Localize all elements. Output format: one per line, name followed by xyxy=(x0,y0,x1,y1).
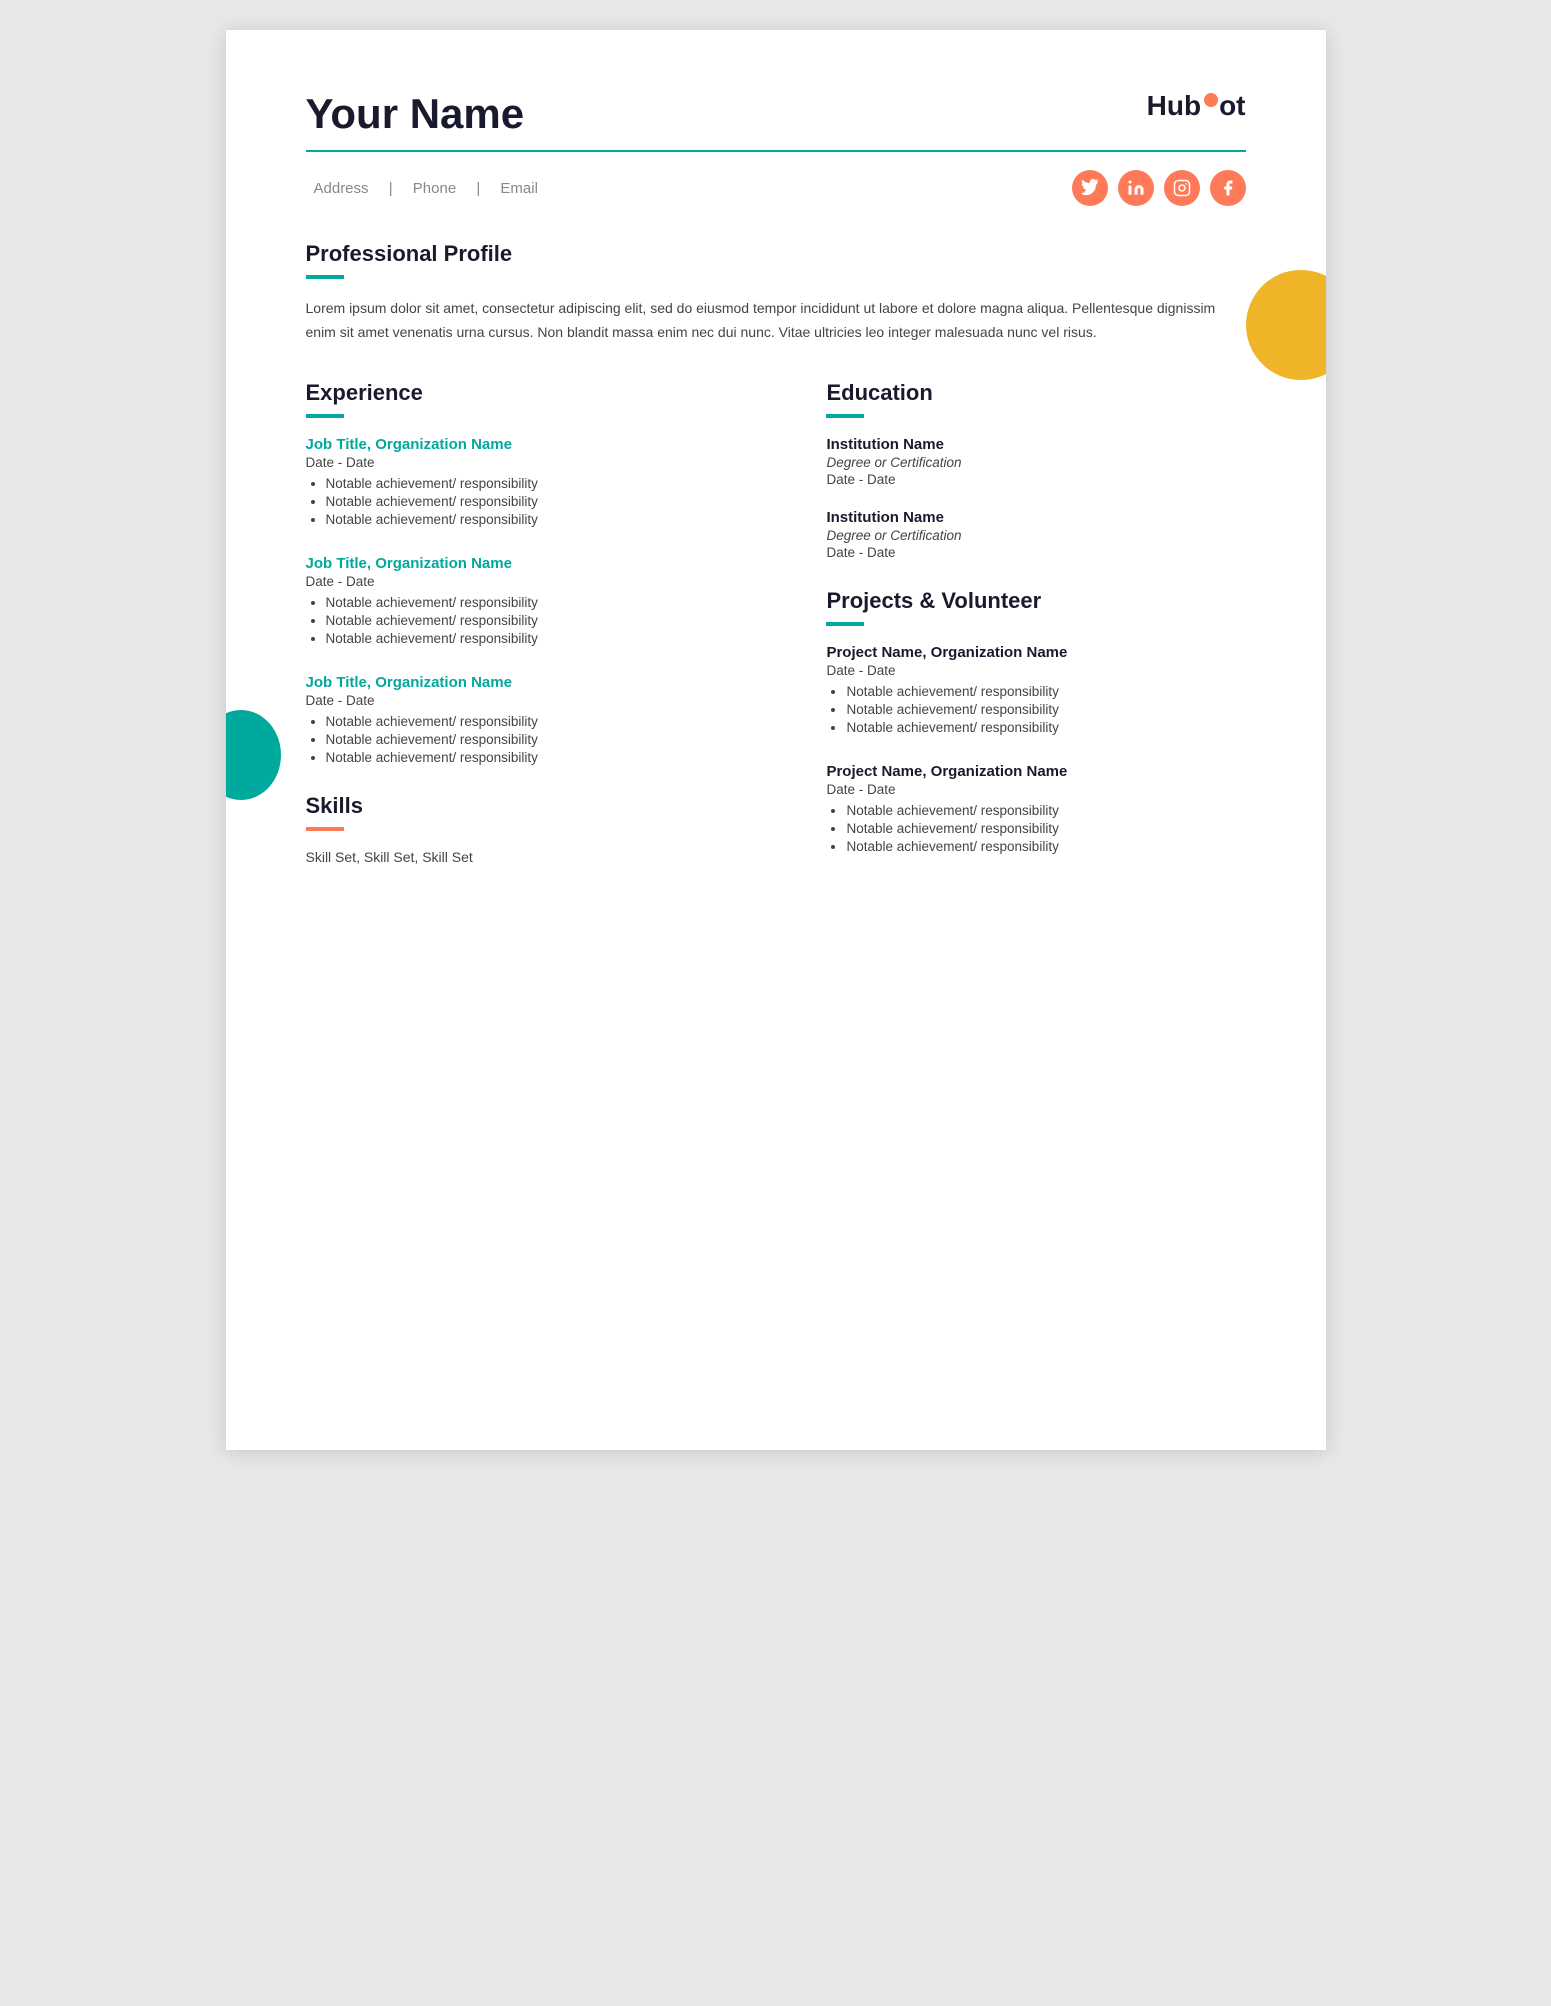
project-date-1: Date - Date xyxy=(826,663,1245,678)
hubspot-dot xyxy=(1204,93,1218,107)
project-title-2: Project Name, Organization Name xyxy=(826,763,1245,780)
right-column: Education Institution Name Degree or Cer… xyxy=(826,380,1245,882)
job-entry-2: Job Title, Organization Name Date - Date… xyxy=(306,555,767,646)
job-title-3: Job Title, Organization Name xyxy=(306,674,767,691)
bullet-3-2: Notable achievement/ responsibility xyxy=(326,732,767,747)
project-bullets-1: Notable achievement/ responsibility Nota… xyxy=(826,684,1245,735)
deco-circle-teal xyxy=(226,710,281,800)
project-bullets-2: Notable achievement/ responsibility Nota… xyxy=(826,803,1245,854)
profile-title: Professional Profile xyxy=(306,241,1246,267)
profile-section: Professional Profile Lorem ipsum dolor s… xyxy=(306,241,1246,345)
instagram-icon[interactable] xyxy=(1164,170,1200,206)
edu-date-1: Date - Date xyxy=(826,472,1245,487)
resume-page: Your Name Hub ot Address | Phone | Email xyxy=(226,30,1326,1450)
experience-underline xyxy=(306,414,344,418)
separator-2: | xyxy=(476,180,484,197)
job-date-2: Date - Date xyxy=(306,574,767,589)
profile-underline xyxy=(306,275,344,279)
candidate-name: Your Name xyxy=(306,90,525,138)
job-date-3: Date - Date xyxy=(306,693,767,708)
contact-row: Address | Phone | Email xyxy=(306,170,1246,206)
left-column: Experience Job Title, Organization Name … xyxy=(306,380,767,882)
experience-title: Experience xyxy=(306,380,767,406)
email-text: Email xyxy=(500,180,538,197)
edu-date-2: Date - Date xyxy=(826,545,1245,560)
proj-bullet-2-2: Notable achievement/ responsibility xyxy=(846,821,1245,836)
bullet-1-3: Notable achievement/ responsibility xyxy=(326,512,767,527)
hubspot-spot: ot xyxy=(1203,90,1245,122)
bullet-2-3: Notable achievement/ responsibility xyxy=(326,631,767,646)
bullet-2-2: Notable achievement/ responsibility xyxy=(326,613,767,628)
profile-body: Lorem ipsum dolor sit amet, consectetur … xyxy=(306,297,1246,345)
hubspot-logo: Hub ot xyxy=(1147,90,1246,122)
education-underline xyxy=(826,414,864,418)
contact-info: Address | Phone | Email xyxy=(306,180,546,197)
proj-bullet-1-2: Notable achievement/ responsibility xyxy=(846,702,1245,717)
edu-degree-2: Degree or Certification xyxy=(826,528,1245,543)
education-title: Education xyxy=(826,380,1245,406)
job-bullets-2: Notable achievement/ responsibility Nota… xyxy=(306,595,767,646)
edu-entry-2: Institution Name Degree or Certification… xyxy=(826,509,1245,560)
edu-degree-1: Degree or Certification xyxy=(826,455,1245,470)
proj-bullet-1-3: Notable achievement/ responsibility xyxy=(846,720,1245,735)
hubspot-text-ot: ot xyxy=(1219,90,1245,122)
bullet-3-1: Notable achievement/ responsibility xyxy=(326,714,767,729)
experience-section: Experience Job Title, Organization Name … xyxy=(306,380,767,765)
address-text: Address xyxy=(314,180,369,197)
hubspot-text-hub: Hub xyxy=(1147,90,1201,122)
edu-institution-1: Institution Name xyxy=(826,436,1245,453)
skills-title: Skills xyxy=(306,793,767,819)
skills-text: Skill Set, Skill Set, Skill Set xyxy=(306,849,767,865)
bullet-1-1: Notable achievement/ responsibility xyxy=(326,476,767,491)
job-date-1: Date - Date xyxy=(306,455,767,470)
job-title-2: Job Title, Organization Name xyxy=(306,555,767,572)
job-entry-1: Job Title, Organization Name Date - Date… xyxy=(306,436,767,527)
edu-entry-1: Institution Name Degree or Certification… xyxy=(826,436,1245,487)
projects-section: Projects & Volunteer Project Name, Organ… xyxy=(826,588,1245,854)
phone-text: Phone xyxy=(413,180,456,197)
job-entry-3: Job Title, Organization Name Date - Date… xyxy=(306,674,767,765)
deco-circle-yellow xyxy=(1246,270,1326,380)
bullet-3-3: Notable achievement/ responsibility xyxy=(326,750,767,765)
separator-1: | xyxy=(389,180,397,197)
job-title-1: Job Title, Organization Name xyxy=(306,436,767,453)
bullet-1-2: Notable achievement/ responsibility xyxy=(326,494,767,509)
proj-bullet-1-1: Notable achievement/ responsibility xyxy=(846,684,1245,699)
project-date-2: Date - Date xyxy=(826,782,1245,797)
facebook-icon[interactable] xyxy=(1210,170,1246,206)
skills-section: Skills Skill Set, Skill Set, Skill Set xyxy=(306,793,767,865)
header: Your Name Hub ot xyxy=(306,90,1246,138)
project-title-1: Project Name, Organization Name xyxy=(826,644,1245,661)
project-entry-1: Project Name, Organization Name Date - D… xyxy=(826,644,1245,735)
job-bullets-1: Notable achievement/ responsibility Nota… xyxy=(306,476,767,527)
proj-bullet-2-3: Notable achievement/ responsibility xyxy=(846,839,1245,854)
projects-title: Projects & Volunteer xyxy=(826,588,1245,614)
education-section: Education Institution Name Degree or Cer… xyxy=(826,380,1245,560)
proj-bullet-2-1: Notable achievement/ responsibility xyxy=(846,803,1245,818)
social-icons-group xyxy=(1072,170,1246,206)
two-column-layout: Experience Job Title, Organization Name … xyxy=(306,380,1246,882)
edu-institution-2: Institution Name xyxy=(826,509,1245,526)
header-divider xyxy=(306,150,1246,152)
project-entry-2: Project Name, Organization Name Date - D… xyxy=(826,763,1245,854)
bullet-2-1: Notable achievement/ responsibility xyxy=(326,595,767,610)
skills-underline xyxy=(306,827,344,831)
linkedin-icon[interactable] xyxy=(1118,170,1154,206)
twitter-icon[interactable] xyxy=(1072,170,1108,206)
job-bullets-3: Notable achievement/ responsibility Nota… xyxy=(306,714,767,765)
projects-underline xyxy=(826,622,864,626)
